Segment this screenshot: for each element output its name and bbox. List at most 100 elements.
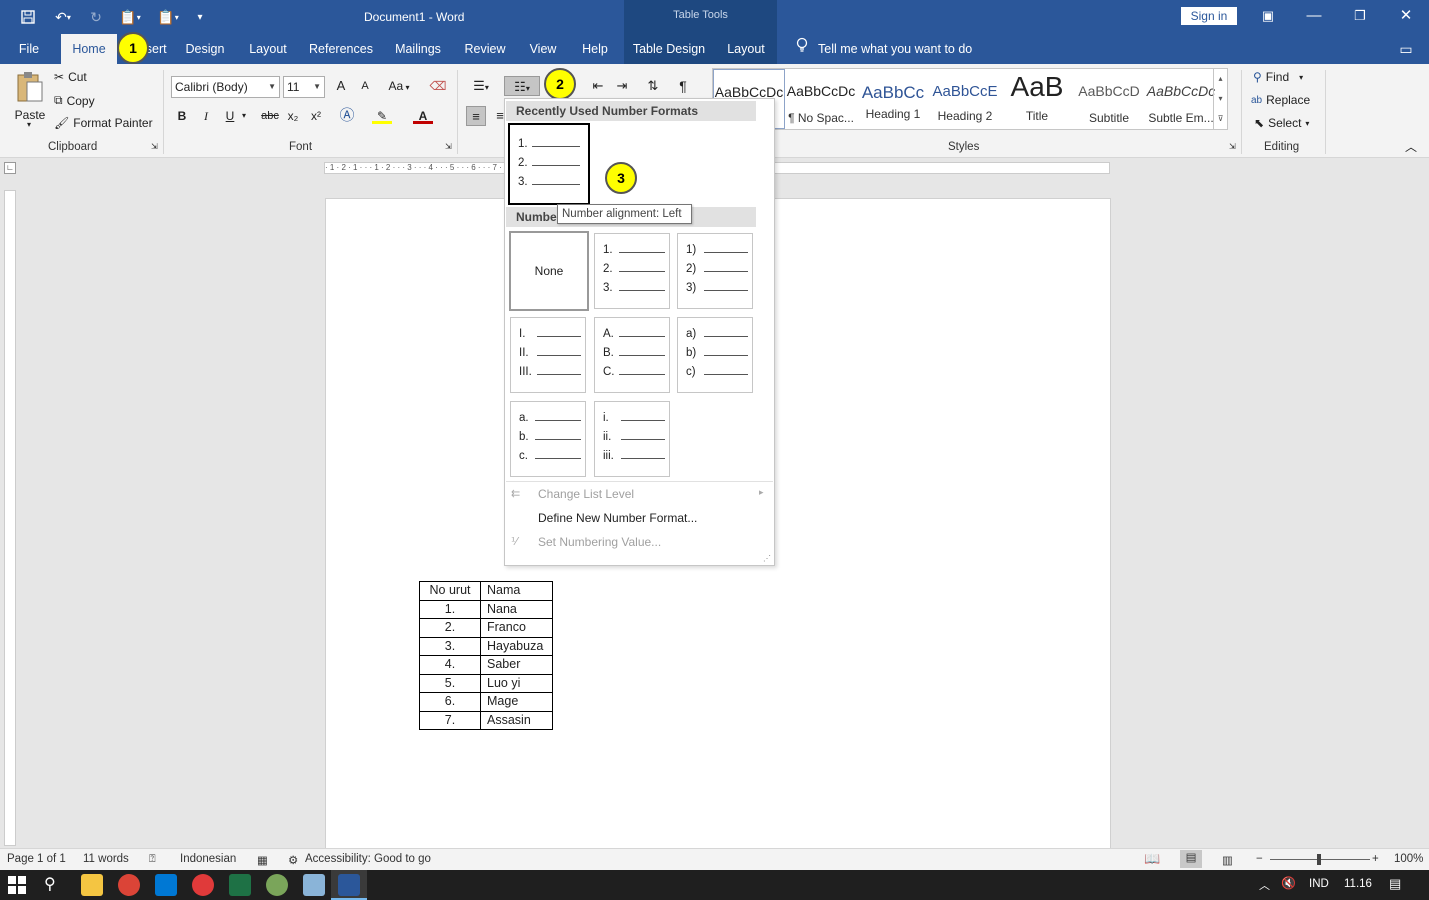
table-cell[interactable]: Nana <box>480 599 553 619</box>
numbering-format-lower-alpha-paren[interactable]: a) b) c) <box>677 317 753 393</box>
styles-launcher-icon[interactable]: ⇲ <box>1229 142 1236 151</box>
close-button[interactable]: ✕ <box>1391 4 1421 28</box>
tab-table-layout[interactable]: Layout <box>720 34 772 64</box>
table-cell[interactable]: 7. <box>419 710 481 730</box>
increase-indent-icon[interactable]: ⇥ <box>612 76 632 96</box>
change-case-button[interactable]: Aa ▾ <box>384 76 414 96</box>
tab-help[interactable]: Help <box>577 34 613 64</box>
tab-home[interactable]: Home <box>61 34 117 64</box>
proofing-icon[interactable]: ⍰ <box>149 853 156 866</box>
table-cell[interactable]: Assasin <box>480 710 553 730</box>
style-subtle-emphasis[interactable]: AaBbCcDc Subtle Em... <box>1145 69 1217 129</box>
clipboard-launcher-icon[interactable]: ⇲ <box>151 142 158 151</box>
redo-icon[interactable]: ↻ <box>86 6 106 28</box>
tab-table-design[interactable]: Table Design <box>632 34 706 64</box>
underline-button[interactable]: U <box>220 106 240 126</box>
numbering-format-lower-roman[interactable]: i. ii. iii. <box>594 401 670 477</box>
style-heading-1[interactable]: AaBbCc Heading 1 <box>857 69 929 129</box>
set-numbering-value-item[interactable]: Set Numbering Value... <box>538 535 661 549</box>
format-painter-button[interactable]: 🖌 Format Painter <box>54 116 153 130</box>
ribbon-display-icon[interactable]: ▣ <box>1253 4 1283 28</box>
undo-icon[interactable]: ↶ ▾ <box>48 6 78 28</box>
input-language[interactable]: IND <box>1309 878 1329 890</box>
paste-qat-icon[interactable]: 📋 ▾ <box>115 6 145 28</box>
cut-button[interactable]: ✂ Cut <box>54 70 87 84</box>
tell-me-search[interactable]: Tell me what you want to do <box>818 34 978 64</box>
tab-design[interactable]: Design <box>180 34 230 64</box>
table-cell[interactable]: 2. <box>419 618 481 638</box>
comments-icon[interactable]: ▭ <box>1393 34 1419 64</box>
language-indicator[interactable]: Indonesian <box>180 853 236 865</box>
table-cell[interactable]: 5. <box>419 673 481 693</box>
accessibility-status[interactable]: Accessibility: Good to go <box>305 853 431 865</box>
numbering-format-upper-roman[interactable]: I. II. III. <box>510 317 586 393</box>
web-layout-icon[interactable]: ▥ <box>1222 853 1233 867</box>
zoom-out-icon[interactable]: − <box>1256 853 1263 865</box>
table-cell[interactable]: 6. <box>419 692 481 712</box>
superscript-button[interactable]: x² <box>306 106 326 126</box>
change-list-level-item[interactable]: Change List Level <box>538 487 634 501</box>
table-cell[interactable]: Franco <box>480 618 553 638</box>
style-no-spacing[interactable]: AaBbCcDc ¶ No Spac... <box>785 69 857 129</box>
read-mode-icon[interactable]: 📖 <box>1144 851 1160 867</box>
app-icon[interactable] <box>266 874 288 896</box>
vertical-ruler[interactable] <box>4 190 16 846</box>
bold-button[interactable]: B <box>172 106 192 126</box>
table-header-cell[interactable]: No urut <box>419 581 481 601</box>
styles-scroll[interactable]: ▴ ▾ ⊽ <box>1213 69 1227 129</box>
clock[interactable]: 11.16 <box>1344 878 1372 890</box>
style-title[interactable]: AaB Title <box>1001 69 1073 129</box>
volume-mute-icon[interactable]: 🔇 <box>1281 876 1296 890</box>
numbering-format-decimal-period[interactable]: 1. 2. 3. <box>594 233 670 309</box>
tab-view[interactable]: View <box>524 34 562 64</box>
page-count[interactable]: Page 1 of 1 <box>7 853 66 865</box>
underline-dropdown-icon[interactable]: ▾ <box>238 106 250 126</box>
table-cell[interactable]: Luo yi <box>480 673 553 693</box>
replace-button[interactable]: ab Replace <box>1251 93 1310 107</box>
chrome-icon[interactable] <box>118 874 140 896</box>
style-subtitle[interactable]: AaBbCcD Subtitle <box>1073 69 1145 129</box>
tab-references[interactable]: References <box>306 34 376 64</box>
sort-icon[interactable]: ⇅ <box>643 76 663 96</box>
paste-dropdown-icon[interactable]: ▾ <box>27 120 31 129</box>
collapse-ribbon-icon[interactable]: ︿ <box>1405 138 1417 155</box>
table-cell[interactable]: Saber <box>480 655 553 675</box>
text-effects-icon[interactable]: Ⓐ <box>337 106 357 126</box>
numbering-icon[interactable]: ☷▾ <box>504 76 540 96</box>
windows-start-icon[interactable] <box>8 876 26 897</box>
customize-qat-icon[interactable]: ▾ <box>192 6 208 28</box>
restore-button[interactable]: ❐ <box>1345 4 1375 28</box>
shrink-font-button[interactable]: A <box>355 76 375 96</box>
grow-font-button[interactable]: A <box>331 76 351 96</box>
document-table[interactable]: No urut Nama 1. Nana 2. Franco 3. Hayabuza … <box>419 581 553 730</box>
save-icon[interactable] <box>18 6 38 28</box>
font-size-combo[interactable]: 11 ▼ <box>283 76 325 98</box>
clear-formatting-icon[interactable]: ⌫ <box>428 76 448 96</box>
table-header-cell[interactable]: Nama <box>480 581 553 601</box>
table-cell[interactable]: 3. <box>419 636 481 656</box>
strikethrough-button[interactable]: abc <box>258 106 282 126</box>
font-launcher-icon[interactable]: ⇲ <box>445 142 452 151</box>
table-cell[interactable]: Mage <box>480 692 553 712</box>
tab-file[interactable]: File <box>10 34 48 64</box>
tab-layout[interactable]: Layout <box>243 34 293 64</box>
find-button[interactable]: ⚲ Find ▾ <box>1253 70 1303 84</box>
numbering-none[interactable]: None <box>509 231 589 311</box>
minimize-button[interactable]: — <box>1299 4 1329 28</box>
sign-in-button[interactable]: Sign in <box>1181 7 1237 25</box>
italic-button[interactable]: I <box>196 106 216 126</box>
zoom-level[interactable]: 100% <box>1394 853 1423 865</box>
word-count[interactable]: 11 words <box>83 853 129 865</box>
search-icon[interactable]: ⚲ <box>44 874 56 894</box>
app-icon[interactable] <box>192 874 214 896</box>
macro-icon[interactable]: ▦ <box>257 853 268 867</box>
copy-button[interactable]: ⧉ Copy <box>54 93 95 108</box>
file-explorer-icon[interactable] <box>81 874 103 896</box>
tab-review[interactable]: Review <box>461 34 509 64</box>
font-color-button[interactable]: A <box>413 106 433 124</box>
decrease-indent-icon[interactable]: ⇤ <box>588 76 608 96</box>
outlook-icon[interactable] <box>155 874 177 896</box>
zoom-thumb[interactable] <box>1317 854 1321 865</box>
align-left-icon[interactable]: ≡ <box>466 106 486 126</box>
recent-format-numeric[interactable]: 1. 2. 3. <box>508 123 590 205</box>
